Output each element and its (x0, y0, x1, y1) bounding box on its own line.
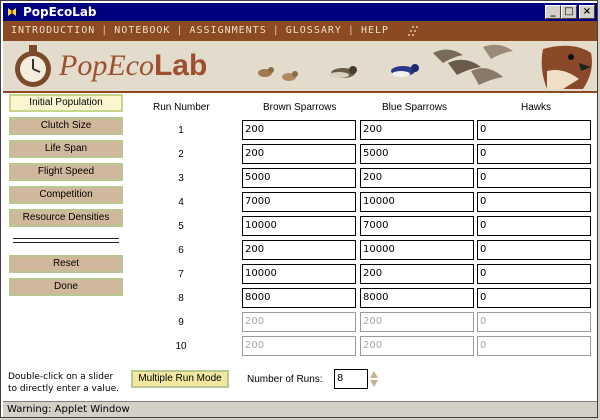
menu-help[interactable]: HELP (361, 25, 389, 36)
brown-sparrows-input-disabled: 200 (242, 336, 356, 356)
run-number: 5 (178, 221, 184, 232)
brown-sparrows-input[interactable]: 7000 (242, 192, 356, 212)
hawks-input[interactable]: 0 (477, 288, 591, 308)
hint-line-1: Double-click on a slider (8, 372, 114, 382)
brown-sparrows-input[interactable]: 200 (242, 144, 356, 164)
maximize-icon: □ (564, 6, 574, 17)
menu-notebook[interactable]: NOTEBOOK (114, 25, 170, 36)
hawks-input[interactable]: 0 (477, 120, 591, 140)
hawks-input-disabled: 0 (477, 336, 591, 356)
number-of-runs-input[interactable]: 8 (334, 369, 368, 389)
blue-sparrows-input-disabled: 200 (360, 312, 474, 332)
menu-bar: INTRODUCTION | NOTEBOOK | ASSIGNMENTS | GLOSSA… (3, 21, 597, 41)
close-icon: × (582, 6, 592, 17)
separator-line (13, 238, 119, 239)
blue-sparrows-input[interactable]: 8000 (360, 288, 474, 308)
number-of-runs-label: Number of Runs: (247, 374, 323, 385)
run-number: 4 (178, 197, 184, 208)
maximize-button[interactable]: □ (561, 5, 577, 19)
blue-sparrows-input[interactable]: 200 (360, 120, 474, 140)
header-hawks: Hawks (521, 102, 552, 113)
menu-introduction[interactable]: INTRODUCTION (11, 25, 95, 36)
brown-sparrows-input[interactable]: 200 (242, 240, 356, 260)
brown-sparrows-input[interactable]: 200 (242, 120, 356, 140)
run-number: 1 (178, 125, 184, 136)
hawks-input[interactable]: 0 (477, 264, 591, 284)
birds-illustration-icon (258, 44, 592, 89)
done-button[interactable]: Done (9, 278, 123, 296)
menu-items: INTRODUCTION | NOTEBOOK | ASSIGNMENTS | GLOSSA… (11, 25, 389, 36)
stopwatch-logo-icon (15, 45, 51, 87)
blue-sparrows-input[interactable]: 5000 (360, 144, 474, 164)
brown-sparrows-input[interactable]: 10000 (242, 216, 356, 236)
reset-button[interactable]: Reset (9, 255, 123, 273)
clutch-size-button[interactable]: Clutch Size (9, 117, 123, 135)
hint-line-2: to directly enter a value. (8, 384, 120, 394)
resource-densities-button[interactable]: Resource Densities (9, 209, 123, 227)
brown-sparrows-input[interactable]: 5000 (242, 168, 356, 188)
menu-dots-icon (408, 26, 418, 36)
competition-button[interactable]: Competition (9, 186, 123, 204)
blue-sparrows-input[interactable]: 200 (360, 264, 474, 284)
menu-separator: | (101, 25, 109, 36)
minimize-icon: _ (550, 6, 556, 17)
menu-separator: | (176, 25, 184, 36)
menu-separator: | (272, 25, 280, 36)
banner-divider (3, 91, 597, 93)
run-number: 7 (178, 269, 184, 280)
run-number: 9 (178, 317, 184, 328)
header-banner: PopEcoLab (3, 41, 597, 91)
flight-speed-button[interactable]: Flight Speed (9, 163, 123, 181)
hawks-input[interactable]: 0 (477, 240, 591, 260)
hawks-input[interactable]: 0 (477, 216, 591, 236)
app-logo-text: PopEcoLab (59, 49, 207, 83)
blue-sparrows-input[interactable]: 10000 (360, 192, 474, 212)
window-title: PopEcoLab (23, 5, 97, 19)
initial-population-button[interactable]: Initial Population (9, 94, 123, 112)
hawks-input[interactable]: 0 (477, 168, 591, 188)
slider-hint: Double-click on a slider to directly ent… (8, 371, 119, 395)
multiple-run-mode-button[interactable]: Multiple Run Mode (131, 370, 229, 388)
run-number: 2 (178, 149, 184, 160)
minimize-button[interactable]: _ (545, 5, 561, 19)
brown-sparrows-input[interactable]: 8000 (242, 288, 356, 308)
brown-sparrows-input[interactable]: 10000 (242, 264, 356, 284)
logo-text-part2: Lab (153, 49, 208, 82)
spinner-down-icon[interactable] (370, 380, 378, 387)
menu-assignments[interactable]: ASSIGNMENTS (189, 25, 266, 36)
hawks-input[interactable]: 0 (477, 192, 591, 212)
run-number: 8 (178, 293, 184, 304)
run-number: 3 (178, 173, 184, 184)
life-span-button[interactable]: Life Span (9, 140, 123, 158)
run-number: 6 (178, 245, 184, 256)
blue-sparrows-input[interactable]: 7000 (360, 216, 474, 236)
status-bar: Warning: Applet Window (3, 401, 597, 417)
separator-line (13, 242, 119, 243)
applet-window: PopEcoLab _ □ × INTRODUCTION | NOTEBOOK | AS… (0, 0, 598, 418)
blue-sparrows-input[interactable]: 200 (360, 168, 474, 188)
close-button[interactable]: × (579, 5, 595, 19)
blue-sparrows-input[interactable]: 10000 (360, 240, 474, 260)
header-brown-sparrows: Brown Sparrows (263, 102, 337, 113)
app-icon (6, 6, 18, 18)
header-run-number: Run Number (153, 102, 210, 113)
logo-text-part1: PopEco (59, 49, 154, 82)
hawks-input[interactable]: 0 (477, 144, 591, 164)
title-bar[interactable]: PopEcoLab _ □ × (3, 3, 597, 21)
header-blue-sparrows: Blue Sparrows (382, 102, 448, 113)
spinner-up-icon[interactable] (370, 371, 378, 378)
brown-sparrows-input-disabled: 200 (242, 312, 356, 332)
hawks-input-disabled: 0 (477, 312, 591, 332)
run-number: 10 (175, 341, 187, 352)
menu-separator: | (347, 25, 355, 36)
number-of-runs-spinner[interactable] (369, 369, 379, 389)
status-text: Warning: Applet Window (7, 404, 130, 415)
blue-sparrows-input-disabled: 200 (360, 336, 474, 356)
menu-glossary[interactable]: GLOSSARY (286, 25, 342, 36)
